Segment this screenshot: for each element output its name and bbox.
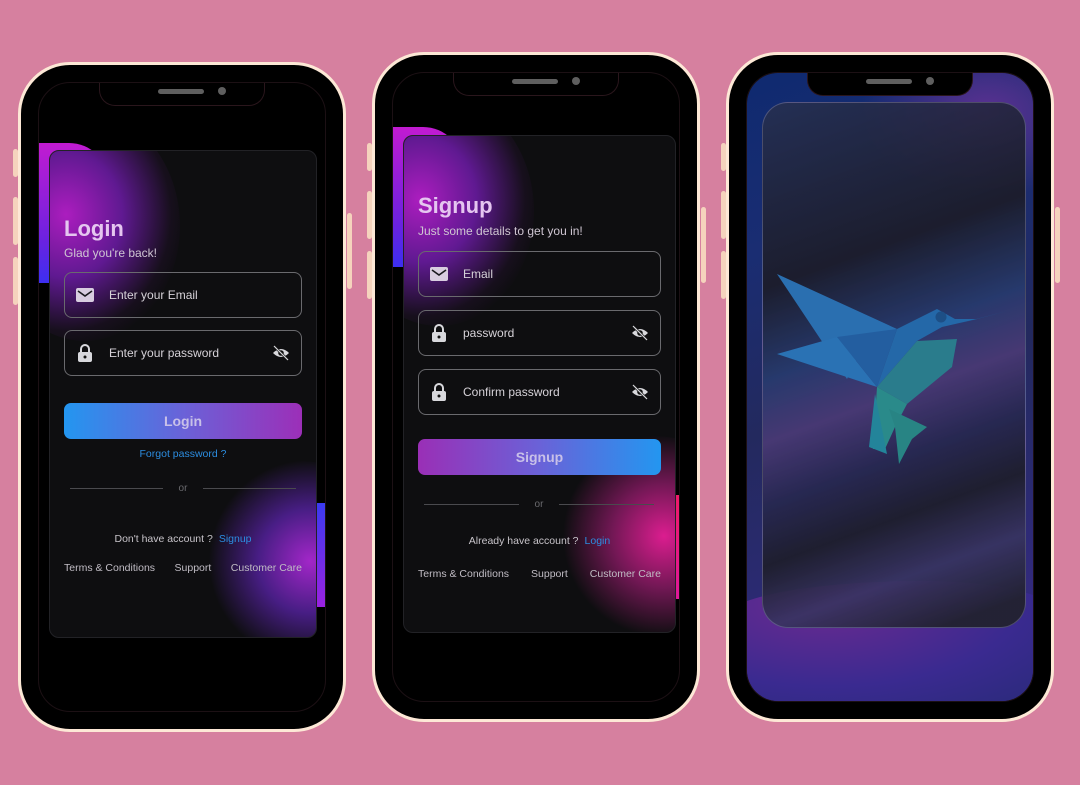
login-card: Login Glad you're back! Enter your Email… [49,150,317,638]
divider-line [424,504,519,505]
divider-text: or [178,483,188,494]
or-divider: or [424,499,654,510]
email-placeholder: Enter your Email [109,288,198,302]
confirm-password-placeholder: Confirm password [463,385,560,399]
page-title: Login [64,216,124,241]
volume-down-button [13,257,18,305]
customer-care-link[interactable]: Customer Care [231,562,302,574]
speaker [866,79,912,84]
volume-up-button [13,197,18,245]
customer-care-link[interactable]: Customer Care [590,568,661,580]
splash-screen [746,72,1034,702]
lock-icon [75,343,95,363]
login-prompt: Already have account ? Login [418,535,661,547]
password-placeholder: password [463,326,515,340]
signup-card: Signup Just some details to get you in! … [403,135,676,633]
password-field[interactable]: password [418,310,661,356]
page-subtitle: Glad you're back! [64,246,158,260]
phone-splash [721,52,1060,722]
terms-link[interactable]: Terms & Conditions [418,568,509,580]
power-button [701,207,706,283]
footer-links: Terms & Conditions Support Customer Care [64,562,302,574]
password-placeholder: Enter your password [109,346,220,360]
lock-icon [429,323,449,343]
divider-text: or [534,499,544,510]
eye-off-icon[interactable] [271,343,291,363]
volume-down-button [367,251,372,299]
login-screen: Login Glad you're back! Enter your Email… [38,82,326,712]
eye-off-icon[interactable] [630,323,650,343]
front-camera [926,77,934,85]
divider-line [559,504,654,505]
signup-button[interactable]: Signup [418,439,661,475]
volume-down-button [721,251,726,299]
volume-up-button [721,191,726,239]
support-link[interactable]: Support [175,562,212,574]
divider-line [70,488,163,489]
hummingbird-logo [777,274,1007,464]
phone-signup: Signup Just some details to get you in! … [367,52,706,722]
password-field[interactable]: Enter your password [64,330,302,376]
email-placeholder: Email [463,267,494,281]
login-button[interactable]: Login [64,403,302,439]
or-divider: or [70,483,296,494]
power-button [347,213,352,289]
front-camera [572,77,580,85]
confirm-password-field[interactable]: Confirm password [418,369,661,415]
login-link[interactable]: Login [585,535,611,547]
signup-screen: Signup Just some details to get you in! … [392,72,680,702]
signup-link[interactable]: Signup [219,533,252,545]
terms-link[interactable]: Terms & Conditions [64,562,155,574]
footer-links: Terms & Conditions Support Customer Care [418,568,661,580]
divider-line [203,488,296,489]
signup-prompt: Don't have account ? Signup [64,533,302,545]
account-prompt-text: Don't have account ? [114,533,213,545]
volume-up-button [367,191,372,239]
email-field[interactable]: Email [418,251,661,297]
email-field[interactable]: Enter your Email [64,272,302,318]
side-button [13,149,18,177]
side-button [721,143,726,171]
notch [807,73,973,96]
eye-off-icon[interactable] [630,382,650,402]
page-subtitle: Just some details to get you in! [418,224,583,238]
side-button [367,143,372,171]
support-link[interactable]: Support [531,568,568,580]
account-prompt-text: Already have account ? [468,535,579,547]
speaker [512,79,558,84]
lock-icon [429,382,449,402]
front-camera [218,87,226,95]
power-button [1055,207,1060,283]
speaker [158,89,204,94]
notch [453,73,619,96]
mail-icon [429,264,449,284]
page-title: Signup [418,193,493,218]
forgot-password-link[interactable]: Forgot password ? [64,448,302,460]
mail-icon [75,285,95,305]
phone-login: Login Glad you're back! Enter your Email… [13,62,352,732]
notch [99,83,265,106]
